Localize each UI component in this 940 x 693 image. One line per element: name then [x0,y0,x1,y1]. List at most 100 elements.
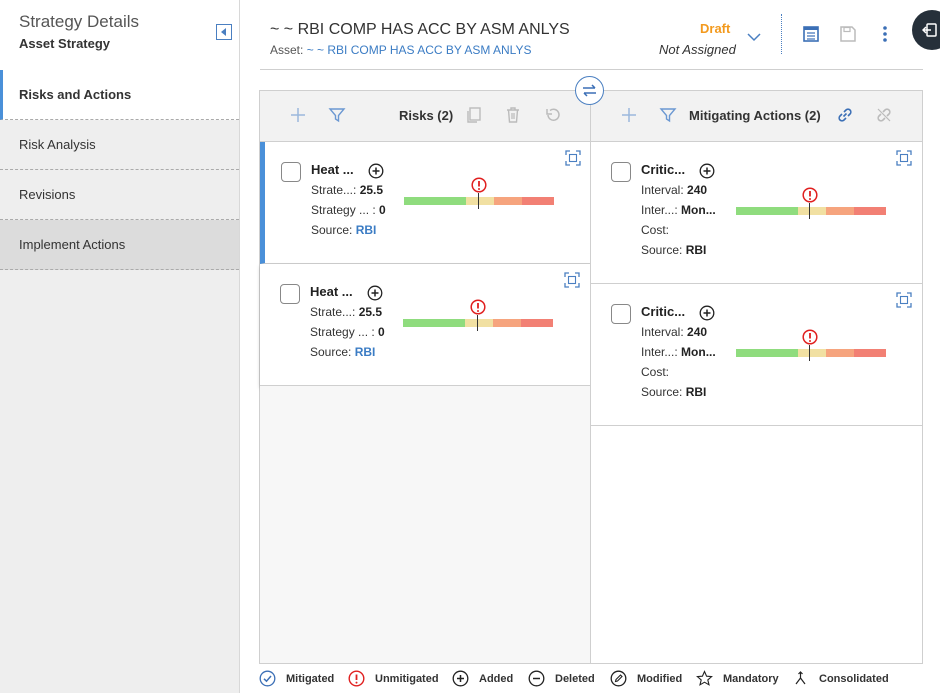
action-card[interactable]: Critic... Interval: 240 Inter...: Mon...… [591,284,922,426]
sidebar-item-label: Implement Actions [19,237,126,252]
action-name: Critic... [641,304,686,319]
app-root: Strategy Details Asset Strategy Risks an… [0,0,940,693]
legend-consolidated: Consolidated [792,670,889,687]
status-legend: Mitigated Unmitigated Added Deleted Modi… [0,664,940,693]
pencil-circle-icon [610,670,627,687]
add-icon[interactable] [289,106,307,124]
view-details-icon[interactable] [802,25,820,43]
interval-line: Interval: 240 [641,183,708,197]
sidebar-subtitle: Asset Strategy [19,36,111,51]
strategy-line: Strategy ... : 0 [310,325,385,339]
sidebar: Strategy Details Asset Strategy Risks an… [0,0,240,693]
filter-icon[interactable] [659,106,677,124]
interval-line: Interval: 240 [641,325,708,339]
risk-matrix-bar [736,207,886,215]
exit-arrow-icon [922,23,937,37]
source-line: Source: RBI [641,243,707,257]
risks-panel-header: Risks (2) [260,91,590,142]
source-link[interactable]: RBI [356,223,377,237]
header-divider-line [260,69,923,70]
actions-panel: Mitigating Actions (2) Critic... Interva… [590,90,923,664]
merge-icon [795,671,806,685]
unmitigated-icon [471,177,487,193]
added-icon [368,163,384,179]
risk-marker [809,345,810,361]
star-icon [696,670,713,686]
risk-score-line: Strate...: 25.5 [310,305,383,319]
risk-marker [477,315,478,331]
exclamation-circle-icon [348,670,365,687]
risk-score-line: Strate...: 25.5 [311,183,384,197]
add-icon[interactable] [620,106,638,124]
legend-modified: Modified [610,670,682,687]
source-line: Source: RBI [641,385,707,399]
risks-panel-title: Risks (2) [399,108,454,123]
swap-arrows-icon [583,84,596,97]
sidebar-item-risk-analysis[interactable]: Risk Analysis [0,120,239,170]
asset-label: Asset: [270,43,304,57]
action-name: Critic... [641,162,686,177]
collapse-sidebar-button[interactable] [216,24,232,40]
delete-icon[interactable] [504,106,522,124]
cost-line: Cost: [641,223,670,237]
status-badge: Draft [700,21,731,36]
legend-unmitigated: Unmitigated [348,670,439,687]
risk-matrix-bar [403,319,553,327]
cost-line: Cost: [641,365,670,379]
action-checkbox[interactable] [611,162,631,182]
action-checkbox[interactable] [611,304,631,324]
sidebar-item-implement-actions[interactable]: Implement Actions [0,220,239,270]
unmitigated-icon [470,299,486,315]
action-card[interactable]: Critic... Interval: 240 Inter...: Mon...… [591,142,922,284]
risk-name: Heat ... [311,162,354,177]
risk-checkbox[interactable] [281,162,301,182]
risk-checkbox[interactable] [280,284,300,304]
interval-units-line: Inter...: Mon... [641,203,716,217]
legend-mitigated: Mitigated [259,670,334,687]
risk-card[interactable]: Heat ... Strate...: 25.5 Strategy ... : … [260,142,590,264]
sidebar-item-label: Revisions [19,187,76,202]
expand-icon[interactable] [896,292,912,308]
legend-mandatory: Mandatory [696,670,779,687]
chevron-down-icon[interactable] [747,32,761,42]
filter-icon[interactable] [328,106,346,124]
source-line: Source: RBI [311,223,377,237]
page-title: ~ ~ RBI COMP HAS ACC BY ASM ANLYS [270,21,570,38]
copy-icon[interactable] [465,106,483,124]
sidebar-item-revisions[interactable]: Revisions [0,170,239,220]
assignment-status: Not Assigned [659,42,736,57]
risks-panel: Risks (2) Heat ... Strate...: 25.5 Strat… [259,90,591,664]
expand-icon[interactable] [896,150,912,166]
added-icon [699,163,715,179]
header-divider [781,14,782,54]
sidebar-header: Strategy Details Asset Strategy [0,0,239,70]
swap-panels-button[interactable] [575,76,604,105]
empty-area [260,386,590,663]
more-options-icon[interactable] [876,25,894,43]
sidebar-item-label: Risk Analysis [19,137,96,152]
save-icon[interactable] [839,25,857,43]
added-icon [699,305,715,321]
sidebar-item-risks-and-actions[interactable]: Risks and Actions [0,70,239,120]
asset-link[interactable]: ~ ~ RBI COMP HAS ACC BY ASM ANLYS [307,43,532,57]
unmitigated-icon [802,187,818,203]
risk-marker [478,193,479,209]
risk-name: Heat ... [310,284,353,299]
asset-line: Asset: ~ ~ RBI COMP HAS ACC BY ASM ANLYS [270,43,531,57]
risk-matrix-bar [404,197,554,205]
risk-card[interactable]: Heat ... Strate...: 25.5 Strategy ... : … [260,264,590,386]
navigation-button[interactable] [912,10,940,50]
source-link[interactable]: RBI [355,345,376,359]
risk-marker [809,203,810,219]
actions-panel-header: Mitigating Actions (2) [591,91,922,142]
legend-added: Added [452,670,513,687]
unlink-icon[interactable] [875,106,893,124]
expand-icon[interactable] [565,150,581,166]
legend-deleted: Deleted [528,670,595,687]
minus-circle-icon [528,670,545,687]
plus-circle-icon [452,670,469,687]
expand-icon[interactable] [564,272,580,288]
link-icon[interactable] [836,106,854,124]
risk-matrix-bar [736,349,886,357]
undo-icon[interactable] [544,106,562,124]
